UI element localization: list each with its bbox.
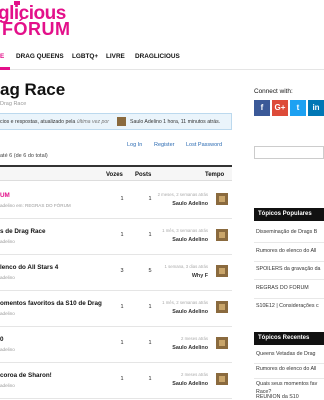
popular-topic-link[interactable]: SPOILERS da gravação da [256, 266, 324, 272]
topics-table-header: Vozes Posts Tempo [0, 165, 232, 181]
forum-info-notice: cios e respostas, atualizado pela última… [0, 113, 232, 130]
table-row: omentos favoritos da S10 de Drag adelino… [0, 294, 232, 327]
nav-item-drag-queens[interactable]: DRAG QUEENS [16, 53, 64, 60]
topic-meta: adelino em: REGRAS DO FÓRUM [0, 203, 71, 208]
breadcrumb[interactable]: Drag Race [0, 101, 26, 107]
divider [254, 363, 324, 364]
poster-avatar[interactable] [216, 265, 228, 277]
lost-password-link[interactable]: Lost Password [186, 142, 222, 148]
votes-count: 1 [120, 340, 124, 346]
popular-topic-link[interactable]: Rumores do elenco do All [256, 248, 324, 254]
freshness-link[interactable]: 2 meses atrás [181, 372, 208, 377]
topic-title-link[interactable]: coroa de Sharon! [0, 372, 52, 379]
header-posts: Posts [135, 172, 152, 178]
table-row: coroa de Sharon! adelino 1 1 2 meses atr… [0, 366, 232, 399]
login-link[interactable]: Log In [127, 142, 142, 148]
freshness-link[interactable]: 2 meses, 2 semanas atrás [158, 192, 208, 197]
header-time: Tempo [205, 172, 225, 178]
divider [254, 261, 324, 262]
main-nav: E DRAG QUEENS LGBTQ+ LIVRE DRAGLICIOUS [0, 44, 324, 70]
freshness-link[interactable]: 1 mês, 2 semanas atrás [162, 300, 208, 305]
poster-avatar[interactable] [216, 301, 228, 313]
table-row: UM adelino em: REGRAS DO FÓRUM 1 1 2 mes… [0, 186, 232, 219]
posts-count: 1 [148, 376, 152, 382]
popular-topic-link[interactable]: REGRAS DO FÓRUM [256, 285, 324, 291]
logo-text-bottom: FÓRUM [2, 19, 71, 39]
posts-count: 1 [148, 340, 152, 346]
popular-topic-link[interactable]: S10E12 | Considerações c [256, 303, 324, 309]
topic-title-link[interactable]: omentos favoritos da S10 de Drag [0, 300, 102, 307]
poster-avatar[interactable] [216, 229, 228, 241]
page-title: ag Race [0, 80, 66, 99]
site-logo[interactable]: glicious FÓRUM [0, 0, 80, 40]
divider [254, 242, 324, 243]
topic-title-link[interactable]: UM [0, 192, 10, 199]
topic-meta: adelino [0, 275, 15, 280]
recent-topic-link[interactable]: Queens Vetadas de Drag [256, 351, 324, 357]
votes-count: 1 [120, 376, 124, 382]
notice-user-line[interactable]: Saulo Adelino 1 hora, 11 minutos atrás. [130, 119, 220, 125]
topic-meta: adelino [0, 347, 15, 352]
freshness-link[interactable]: 1 mês, 3 semanas atrás [162, 228, 208, 233]
recent-topic-link[interactable]: REUNION da S10 [256, 394, 324, 400]
nav-item-lgbtq[interactable]: LGBTQ+ [72, 53, 98, 60]
last-poster[interactable]: Saulo Adelino [172, 345, 208, 351]
topic-title-link[interactable]: lenco do All Stars 4 [0, 264, 58, 271]
poster-avatar[interactable] [216, 193, 228, 205]
posts-count: 1 [148, 232, 152, 238]
notice-text: cios e respostas, atualizado pela última… [0, 119, 110, 125]
divider [254, 378, 324, 379]
votes-count: 1 [120, 196, 124, 202]
recent-topic-link[interactable]: Quais seus momentos fav [256, 381, 324, 387]
table-row: lenco do All Stars 4 adelino 3 5 1 seman… [0, 258, 232, 291]
topic-meta: adelino [0, 311, 15, 316]
last-poster[interactable]: Why F [192, 273, 208, 279]
sidebar-search-input[interactable] [254, 146, 324, 159]
connect-heading: Connect with: [254, 88, 293, 95]
register-link[interactable]: Register [154, 142, 174, 148]
user-avatar[interactable] [117, 117, 126, 126]
nav-item-livre[interactable]: LIVRE [106, 53, 125, 60]
header-votes: Vozes [106, 172, 123, 178]
freshness-link[interactable]: 1 semana, 3 dias atrás [165, 264, 208, 269]
recent-topics-heading: Tópicos Recentes [254, 332, 324, 345]
table-row: 0 adelino 1 1 2 meses atrás Saulo Adelin… [0, 330, 232, 363]
last-poster[interactable]: Saulo Adelino [172, 237, 208, 243]
table-row: s de Drag Race adelino 1 1 1 mês, 3 sema… [0, 222, 232, 255]
poster-avatar[interactable] [216, 373, 228, 385]
google-plus-icon[interactable]: G+ [272, 100, 288, 116]
topic-title-link[interactable]: s de Drag Race [0, 228, 46, 235]
twitter-icon[interactable]: t [290, 100, 306, 116]
votes-count: 3 [120, 268, 124, 274]
pagination-count: até 6 (de 6 do total) [0, 153, 48, 159]
popular-topics-heading: Tópicos Populares [254, 208, 324, 221]
divider [254, 298, 324, 299]
topic-title-link[interactable]: 0 [0, 336, 4, 343]
votes-count: 1 [120, 232, 124, 238]
posts-count: 1 [148, 196, 152, 202]
popular-topic-link[interactable]: Disseminação de Drags B [256, 229, 324, 235]
poster-avatar[interactable] [216, 337, 228, 349]
linkedin-icon[interactable]: in [308, 100, 324, 116]
last-poster[interactable]: Saulo Adelino [172, 309, 208, 315]
recent-topic-link[interactable]: Rumores do elenco do All [256, 366, 324, 372]
posts-count: 5 [148, 268, 152, 274]
topic-meta: adelino [0, 239, 15, 244]
nav-item-draglicious[interactable]: DRAGLICIOUS [135, 53, 180, 60]
facebook-icon[interactable]: f [254, 100, 270, 116]
topic-meta: adelino [0, 383, 15, 388]
posts-count: 1 [148, 304, 152, 310]
last-poster[interactable]: Saulo Adelino [172, 201, 208, 207]
nav-active-indicator [0, 67, 10, 70]
divider [254, 279, 324, 280]
freshness-link[interactable]: 2 meses atrás [181, 336, 208, 341]
last-poster[interactable]: Saulo Adelino [172, 381, 208, 387]
nav-item-home[interactable]: E [0, 53, 4, 60]
votes-count: 1 [120, 304, 124, 310]
